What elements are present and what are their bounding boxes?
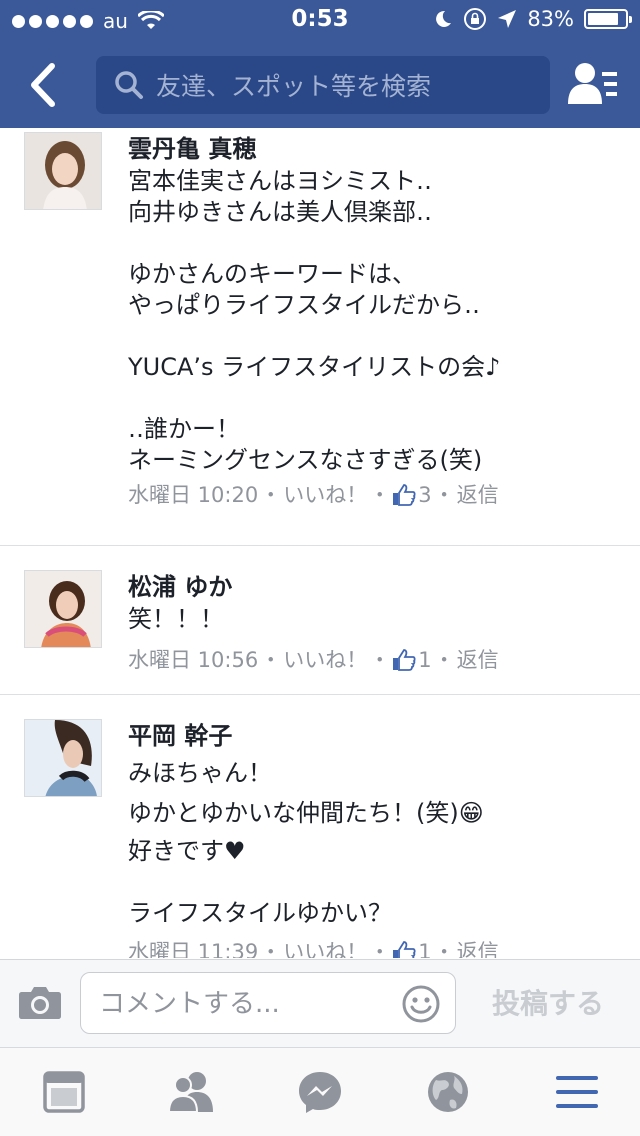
- comment-line: [128, 321, 618, 352]
- location-arrow-icon: [498, 10, 517, 28]
- comment-line: [128, 383, 618, 414]
- thumbs-up-icon: [393, 649, 416, 671]
- comment-line: ライフスタイルゆかい？: [128, 899, 392, 927]
- like-link[interactable]: いいね！: [283, 937, 367, 958]
- search-icon: [115, 71, 143, 99]
- comment-body: 平岡 幹子 みほちゃん！ ゆかとゆかいな仲間たち！(笑)😁 好きです♥ ライフス…: [128, 719, 618, 958]
- like-link[interactable]: いいね！: [283, 645, 367, 675]
- comment-body: 雲丹亀 真穂 宮本佳実さんはヨシミスト‥ 向井ゆきさんは美人倶楽部‥ ゆかさんの…: [128, 132, 618, 510]
- status-bar: au 0:53 83%: [0, 0, 640, 40]
- comment-author[interactable]: 雲丹亀 真穂: [128, 132, 618, 166]
- comment-text: 宮本佳実さんはヨシミスト‥ 向井ゆきさんは美人倶楽部‥ ゆかさんのキーワードは、…: [128, 166, 618, 476]
- tab-bar: [0, 1047, 640, 1136]
- smiley-icon[interactable]: [401, 984, 441, 1024]
- comment-line: [128, 869, 618, 893]
- notifications-globe-icon[interactable]: [424, 1070, 472, 1114]
- comments-list[interactable]: 雲丹亀 真穂 宮本佳実さんはヨシミスト‥ 向井ゆきさんは美人倶楽部‥ ゆかさんの…: [0, 128, 640, 958]
- messenger-icon[interactable]: [296, 1070, 344, 1114]
- top-bar: au 0:53 83%: [0, 0, 640, 128]
- like-link[interactable]: いいね！: [283, 480, 367, 510]
- menu-icon[interactable]: [554, 1070, 602, 1114]
- thumbs-up-icon: [393, 484, 416, 506]
- reply-link[interactable]: 返信: [457, 645, 499, 675]
- comment-line: 笑！！！: [128, 605, 224, 633]
- comment-divider: [0, 545, 640, 546]
- avatar[interactable]: [24, 719, 102, 797]
- news-feed-icon[interactable]: [40, 1070, 88, 1114]
- battery-percent: 83%: [527, 7, 574, 31]
- comment-line: 向井ゆきさんは美人倶楽部‥: [128, 198, 433, 226]
- reply-link[interactable]: 返信: [457, 480, 499, 510]
- thumbs-up-icon: [393, 941, 416, 958]
- comment-field[interactable]: [80, 972, 456, 1034]
- comment-line: [128, 228, 618, 259]
- comment-input[interactable]: [97, 983, 391, 1025]
- comment-line: YUCA’s ライフスタイリストの会♪: [128, 353, 501, 381]
- rotation-lock-icon: [464, 8, 487, 30]
- comment-timestamp: 水曜日 11:39: [128, 940, 259, 958]
- camera-icon[interactable]: [18, 984, 62, 1020]
- search-bar[interactable]: [96, 56, 550, 114]
- comment-meta: 水曜日 11:39 ・ いいね！ ・ 1 ・ 返信: [128, 937, 618, 958]
- comment-line: みほちゃん！: [128, 759, 272, 787]
- comment-composer: 投稿する: [0, 959, 640, 1047]
- comment-line: 好きです♥: [128, 837, 246, 865]
- moon-icon: [436, 10, 452, 27]
- comment-author[interactable]: 松浦 ゆか: [128, 570, 618, 604]
- friends-icon[interactable]: [167, 1070, 215, 1114]
- status-right: 83%: [433, 7, 632, 31]
- post-button[interactable]: 投稿する: [478, 982, 618, 1026]
- comment-body: 松浦 ゆか 笑！！！ 水曜日 10:56 ・ いいね！ ・ 1 ・ 返信: [128, 570, 618, 675]
- comment-divider: [0, 694, 640, 695]
- like-count[interactable]: 1: [418, 937, 431, 958]
- battery-icon: [584, 9, 632, 29]
- avatar[interactable]: [24, 570, 102, 648]
- comment-meta: 水曜日 10:20 ・ いいね！ ・ 3 ・ 返信: [128, 480, 618, 510]
- comment-timestamp: 水曜日 10:20: [128, 483, 259, 507]
- comment-line: やっぱりライフスタイルだから‥: [128, 291, 481, 319]
- avatar[interactable]: [24, 132, 102, 210]
- comment-meta: 水曜日 10:56 ・ いいね！ ・ 1 ・ 返信: [128, 645, 618, 675]
- like-count[interactable]: 1: [418, 645, 431, 675]
- comment-line: ゆかさんのキーワードは、: [128, 260, 416, 288]
- friend-requests-icon[interactable]: [568, 62, 618, 106]
- comment-line: ネーミングセンスなさすぎる(笑): [128, 446, 483, 474]
- reply-link[interactable]: 返信: [457, 937, 499, 958]
- comment-author[interactable]: 平岡 幹子: [128, 719, 618, 753]
- back-button[interactable]: [20, 58, 70, 112]
- comment-line: ‥誰かー！: [128, 415, 241, 443]
- comment-line: 宮本佳実さんはヨシミスト‥: [128, 167, 433, 195]
- comment-timestamp: 水曜日 10:56: [128, 648, 259, 672]
- like-count[interactable]: 3: [418, 480, 431, 510]
- search-input[interactable]: [154, 64, 538, 108]
- comment-line: ゆかとゆかいな仲間たち！(笑)😁: [128, 799, 484, 827]
